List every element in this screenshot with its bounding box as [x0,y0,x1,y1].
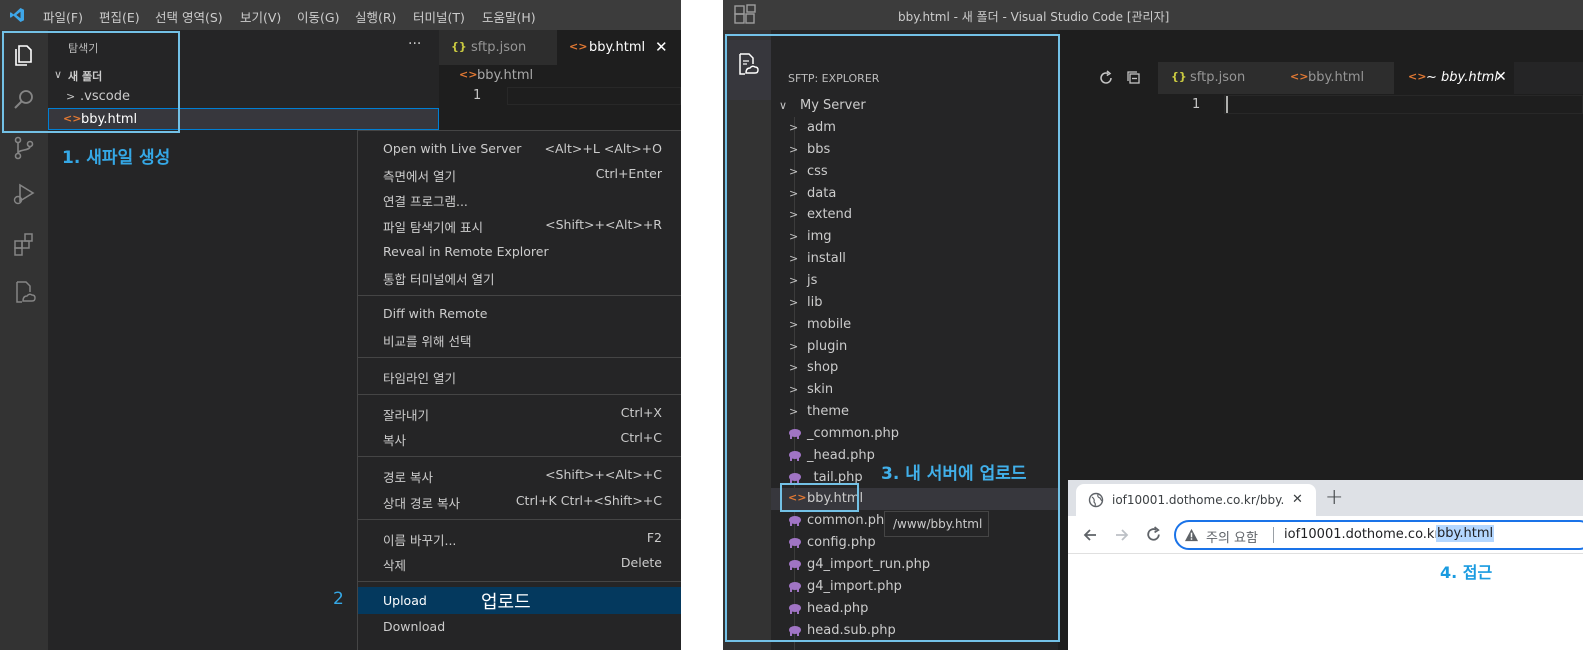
close-tab-icon[interactable]: ✕ [1292,492,1303,507]
menu-item-copy-path[interactable]: 경로 복사 <Shift>+<Alt>+C [358,462,681,487]
tab-label: sftp.json [1190,70,1246,85]
menu-help[interactable]: 도움말(H) [482,7,536,26]
line-number: 1 [473,88,482,103]
window-title: bby.html - 새 폴더 - Visual Studio Code [관리… [898,10,1170,24]
html-file-icon: <> [1408,70,1427,83]
tab-label: bby.html [1308,70,1365,85]
json-file-icon: {} [451,40,467,53]
annotation-step-3: 3. 내 서버에 업로드 [881,464,1027,484]
html-file-icon: <> [569,40,588,53]
refresh-icon[interactable] [1098,70,1114,90]
warning-icon[interactable] [1184,528,1199,542]
menu-item-open-to-side[interactable]: 측면에서 열기 Ctrl+Enter [358,161,681,186]
annotation-step-2-number: 2 [333,589,344,609]
tab-remote-bby-html[interactable]: <> ~ bby.html ✕ [1394,62,1514,94]
reload-icon[interactable] [1145,526,1162,543]
tab-label: bby.html [589,40,646,55]
collapse-all-icon[interactable] [1126,70,1142,90]
tab-sftp-json[interactable]: {} sftp.json [439,30,557,65]
highlight-box [725,34,1060,642]
back-icon[interactable] [1082,527,1098,543]
highlight-box [2,31,180,133]
context-menu: Open with Live Server <Alt>+L <Alt>+O 측면에… [357,130,681,650]
forward-icon[interactable] [1114,527,1130,543]
html-file-icon: <> [459,68,478,81]
editor-area[interactable]: 1 [1158,94,1583,480]
menu-item-copy-relative-path[interactable]: 상대 경로 복사 Ctrl+K Ctrl+<Shift>+C [358,488,681,513]
tab-sftp-json[interactable]: {} sftp.json [1158,62,1276,94]
menu-terminal[interactable]: 터미널(T) [413,7,465,26]
annotation-step-2-text: 업로드 [481,592,531,613]
menu-item-cut[interactable]: 잘라내기 Ctrl+X [358,400,681,425]
current-line [1224,95,1583,114]
menu-separator [358,456,681,457]
menu-item-reveal-explorer[interactable]: 파일 탐색기에 표시 <Shift>+<Alt>+R [358,212,681,237]
editor-tabs: {} sftp.json <> bby.html ✕ [439,30,681,65]
menu-item-diff-remote[interactable]: Diff with Remote [358,301,681,326]
menu-item-open-with[interactable]: 연결 프로그램... [358,186,681,211]
json-file-icon: {} [1171,70,1187,83]
menu-item-download[interactable]: Download [358,614,681,639]
tab-bby-html[interactable]: <> bby.html [1276,62,1394,94]
menu-separator [358,357,681,358]
new-tab-button[interactable]: + [1325,485,1343,510]
source-control-icon[interactable] [10,134,38,162]
security-warning[interactable]: 주의 요함 [1206,527,1258,546]
menu-separator [358,295,681,296]
run-debug-icon[interactable] [10,180,38,208]
divider [1273,527,1274,543]
menu-separator [358,519,681,520]
menu-separator [358,581,681,582]
url-host: iof10001.dothome.co.kr/ [1284,527,1445,542]
menu-run[interactable]: 실행(R) [355,7,396,26]
annotation-step-4: 4. 접근 [1440,563,1493,582]
text-cursor [1226,96,1228,113]
menu-selection[interactable]: 선택 영역(S) [155,7,223,26]
menu-item-rename[interactable]: 이름 바꾸기... F2 [358,525,681,550]
browser-toolbar: 주의 요함 iof10001.dothome.co.kr/ bby.html [1068,516,1583,554]
extensions-icon[interactable] [10,230,38,258]
editor-tabs: {} sftp.json <> bby.html <> ~ bby.html ✕ [1158,62,1583,94]
menu-item-copy[interactable]: 복사 Ctrl+C [358,425,681,450]
highlight-box-file [780,483,859,512]
current-line [507,87,681,105]
browser-window: iof10001.dothome.co.kr/bby.htm ✕ + 주의 요함… [1068,480,1583,650]
close-icon[interactable]: ✕ [655,38,668,56]
annotation-step-1: 1. 새파일 생성 [62,148,171,168]
menu-view[interactable]: 보기(V) [240,7,281,26]
sftp-remote-icon[interactable] [10,278,38,306]
title-bar: bby.html - 새 폴더 - Visual Studio Code [관리… [723,0,1583,30]
line-number: 1 [1192,97,1201,112]
browser-tab-strip: iof10001.dothome.co.kr/bby.htm ✕ + [1068,480,1583,516]
menu-go[interactable]: 이동(G) [297,7,339,26]
tab-bby-html[interactable]: <> bby.html ✕ [557,30,681,65]
menubar: 파일(F) 편집(E) 선택 영역(S) 보기(V) 이동(G) 실행(R) 터… [0,0,681,30]
vscode-logo-icon [10,8,24,22]
menu-item-select-compare[interactable]: 비교를 위해 선택 [358,326,681,351]
more-actions-icon[interactable]: ··· [408,36,421,52]
vscode-window-left: 파일(F) 편집(E) 선택 영역(S) 보기(V) 이동(G) 실행(R) 터… [0,0,681,650]
address-bar[interactable]: 주의 요함 iof10001.dothome.co.kr/ bby.html [1174,520,1583,550]
menu-file[interactable]: 파일(F) [43,7,83,26]
browser-tab[interactable]: iof10001.dothome.co.kr/bby.htm ✕ [1076,484,1316,516]
url-path-selected: bby.html [1436,525,1495,542]
close-icon[interactable]: ✕ [1495,69,1507,85]
html-file-icon: <> [1290,70,1309,83]
menu-edit[interactable]: 편집(E) [99,7,140,26]
globe-icon [1088,492,1104,508]
menu-item-open-terminal[interactable]: 통합 터미널에서 열기 [358,264,681,289]
tab-label: sftp.json [471,40,527,55]
tab-title: iof10001.dothome.co.kr/bby.htm [1112,493,1284,507]
menu-item-delete[interactable]: 삭제 Delete [358,550,681,575]
menu-item-reveal-remote[interactable]: Reveal in Remote Explorer [358,239,681,264]
layout-icon [734,4,756,24]
tab-label: ~ bby.html [1426,70,1498,85]
breadcrumb[interactable]: bby.html [477,68,533,83]
menu-separator [358,394,681,395]
menu-item-open-live-server[interactable]: Open with Live Server <Alt>+L <Alt>+O [358,136,681,161]
menu-item-timeline[interactable]: 타임라인 열기 [358,363,681,388]
